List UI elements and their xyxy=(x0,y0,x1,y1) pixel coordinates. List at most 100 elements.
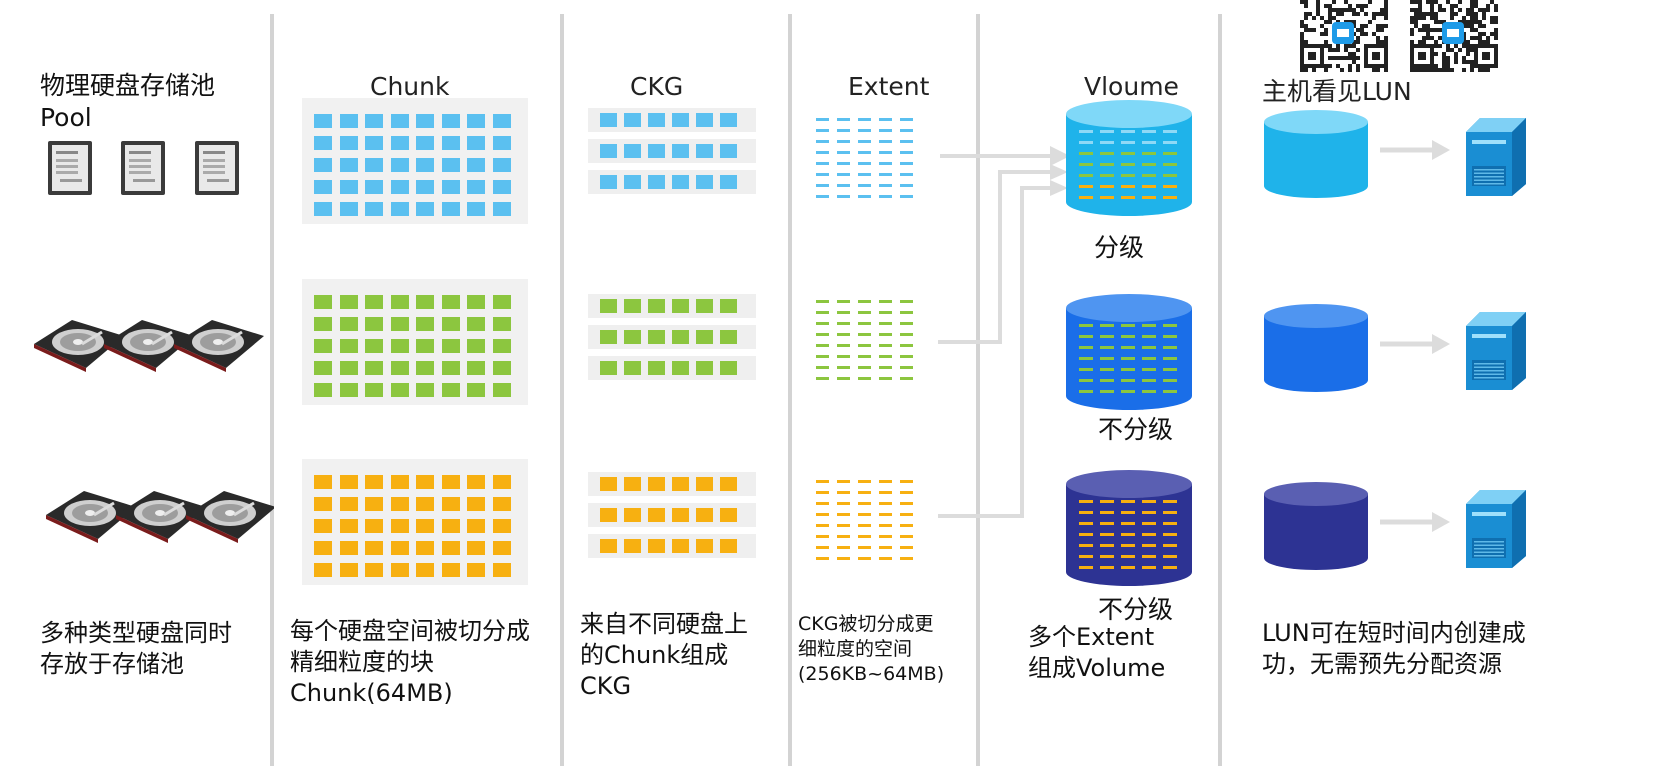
chunk-block xyxy=(390,497,409,511)
ckg-strip xyxy=(588,534,756,558)
extent-block xyxy=(816,162,829,165)
extent-block xyxy=(816,480,829,483)
ckg-strip xyxy=(588,294,756,318)
extent-block xyxy=(858,557,871,560)
chunk-block xyxy=(720,330,737,344)
chunk-block xyxy=(365,497,383,511)
extent-block xyxy=(858,524,871,527)
extent-block xyxy=(837,333,850,336)
extent-block xyxy=(1163,185,1177,188)
extent-block xyxy=(900,333,913,336)
extent-block xyxy=(816,344,829,347)
extent-block xyxy=(879,322,892,325)
extent-block xyxy=(1100,533,1114,536)
chunk-grid-tier2 xyxy=(302,279,528,405)
chunk-block xyxy=(441,317,460,331)
extent-block xyxy=(858,480,871,483)
chunk-block xyxy=(365,563,383,577)
extent-block xyxy=(1121,335,1135,338)
chunk-block xyxy=(339,519,358,533)
arrow-head xyxy=(1432,334,1450,354)
extent-block xyxy=(900,311,913,314)
extent-block xyxy=(1121,324,1135,327)
extent-block xyxy=(837,491,850,494)
hdd-icon xyxy=(174,320,264,372)
extent-block xyxy=(837,366,850,369)
extent-block xyxy=(1163,544,1177,547)
chunk-block xyxy=(441,475,460,489)
chunk-block xyxy=(314,519,332,533)
extent-block xyxy=(1142,163,1156,166)
extent-block xyxy=(900,151,913,154)
chunk-title: Chunk xyxy=(370,72,450,101)
lun-cylinder-top xyxy=(1264,110,1368,134)
extent-block xyxy=(837,557,850,560)
extent-block xyxy=(879,513,892,516)
chunk-block xyxy=(467,497,485,511)
extent-block xyxy=(879,502,892,505)
extent-block xyxy=(1163,163,1177,166)
extent-block xyxy=(879,184,892,187)
extent-block xyxy=(1100,130,1114,133)
chunk-block xyxy=(390,563,409,577)
chunk-block xyxy=(314,114,332,128)
column-divider xyxy=(560,14,564,766)
extent-block xyxy=(1079,185,1093,188)
extent-block xyxy=(1142,566,1156,569)
extent-block xyxy=(816,184,829,187)
extent-block xyxy=(1079,130,1093,133)
volume-label-untiered: 不分级 xyxy=(1098,595,1174,624)
chunk-block xyxy=(365,317,383,331)
extent-block xyxy=(837,513,850,516)
extent-block xyxy=(879,366,892,369)
chunk-block xyxy=(314,158,332,172)
extent-block xyxy=(900,502,913,505)
chunk-block xyxy=(416,497,434,511)
extent-block xyxy=(816,502,829,505)
extent-block xyxy=(1121,379,1135,382)
chunk-block xyxy=(624,144,641,158)
extent-block xyxy=(837,535,850,538)
extent-block xyxy=(1142,174,1156,177)
chunk-block xyxy=(339,136,358,150)
chunk-block xyxy=(339,383,358,397)
chunk-grid-tier1 xyxy=(302,98,528,224)
extent-block xyxy=(1100,141,1114,144)
chunk-block xyxy=(648,144,665,158)
server-vent-line xyxy=(1474,541,1504,543)
volume-label-tiered: 分级 xyxy=(1094,233,1145,262)
extent-block xyxy=(1121,130,1135,133)
extent-block xyxy=(1100,196,1114,199)
chunk-caption: 每个硬盘空间被切分成 精细粒度的块 Chunk(64MB) xyxy=(290,617,530,707)
extent-block xyxy=(1079,335,1093,338)
database-cylinder-icon xyxy=(1066,470,1192,586)
chunk-block xyxy=(314,475,332,489)
chunk-block xyxy=(600,113,617,127)
extent-block xyxy=(858,118,871,121)
lun-caption: LUN可在短时间内创建成 功，无需预先分配资源 xyxy=(1262,619,1526,678)
pool-title: 物理硬盘存储池 Pool xyxy=(40,71,216,132)
chunk-block xyxy=(720,539,737,553)
extent-block xyxy=(837,355,850,358)
extent-block xyxy=(1121,566,1135,569)
chunk-block xyxy=(600,330,617,344)
chunk-block xyxy=(624,330,641,344)
chunk-block xyxy=(365,361,383,375)
chunk-block xyxy=(416,563,434,577)
chunk-block xyxy=(467,541,485,555)
chunk-block xyxy=(441,563,460,577)
chunk-block xyxy=(492,158,511,172)
extent-block xyxy=(1121,152,1135,155)
chunk-block xyxy=(416,295,434,309)
extent-block xyxy=(858,162,871,165)
extent-block xyxy=(1100,566,1114,569)
chunk-block xyxy=(467,519,485,533)
extent-block xyxy=(1163,346,1177,349)
chunk-block xyxy=(648,330,665,344)
chunk-block xyxy=(648,175,665,189)
extent-block xyxy=(900,557,913,560)
chunk-block xyxy=(416,114,434,128)
extent-block xyxy=(1163,357,1177,360)
pool-caption: 多种类型硬盘同时 存放于存储池 xyxy=(40,619,232,678)
extent-block xyxy=(1142,379,1156,382)
